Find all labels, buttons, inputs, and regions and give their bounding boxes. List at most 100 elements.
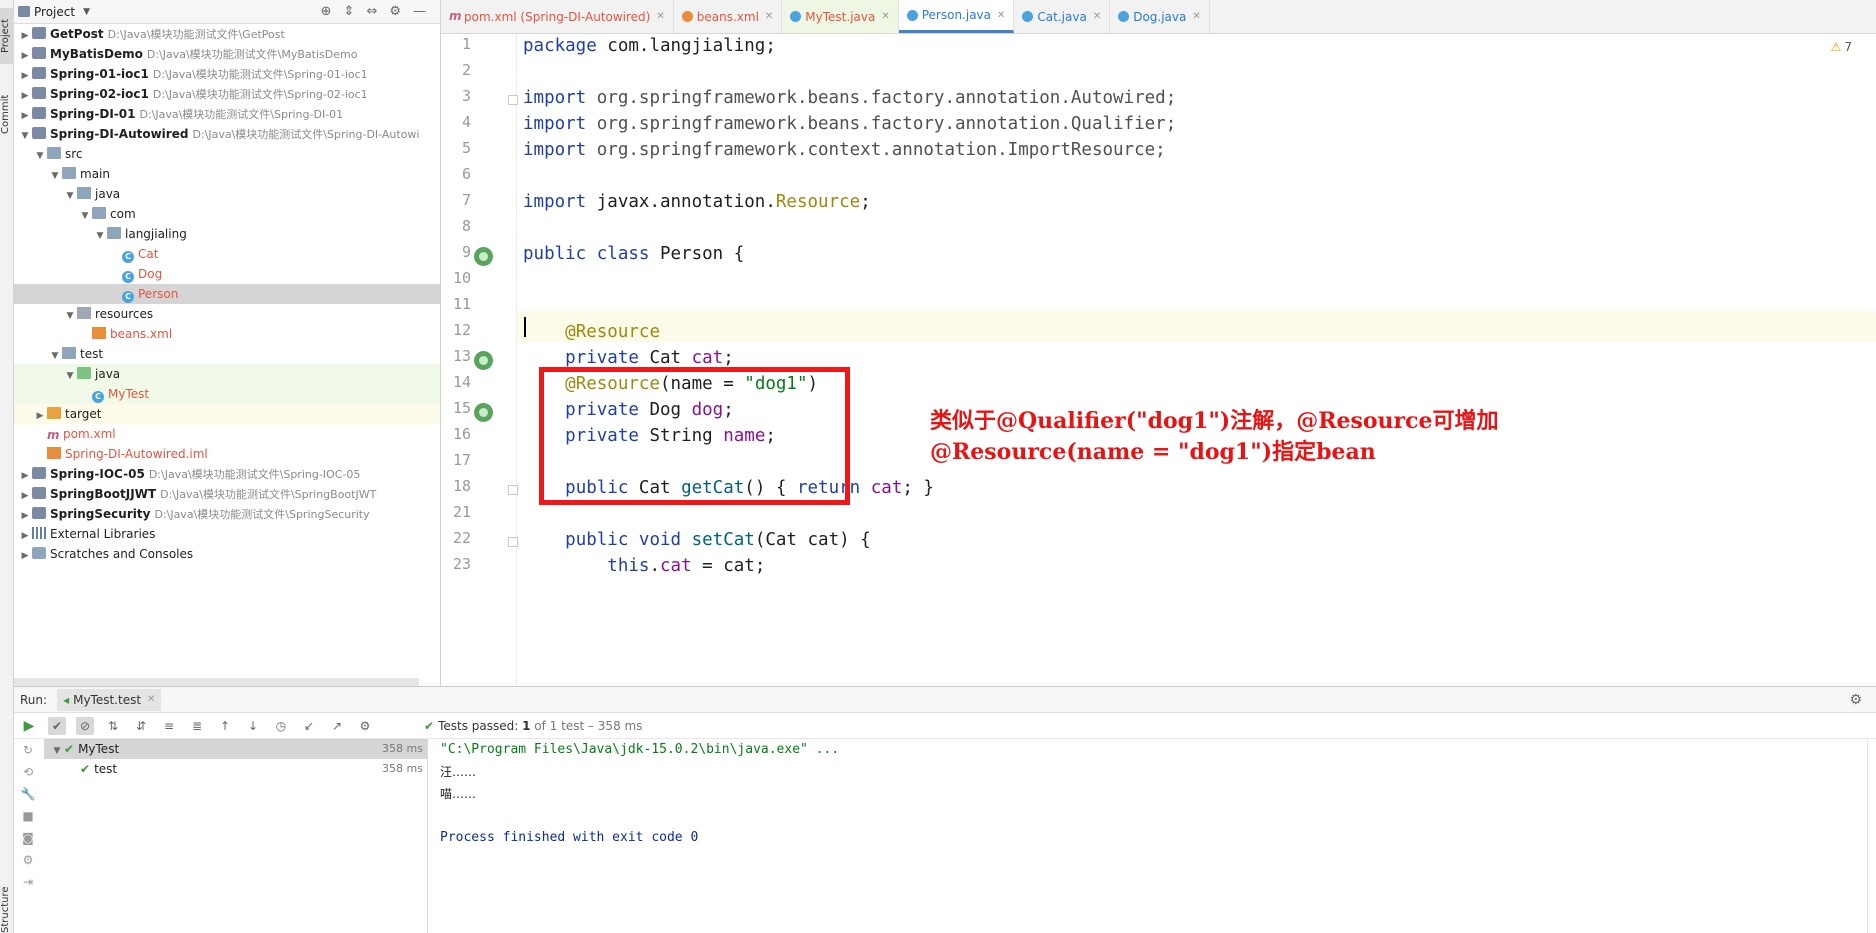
run-config-tab[interactable]: ◂ MyTest.test ✕ xyxy=(57,688,162,711)
code-editor[interactable]: 1 2 3 4 5 6 7 8 9 10 11 12 13 14 15 16 17 18 21 22 23 packag… xyxy=(441,34,1876,686)
editor-tab[interactable]: Cat.java ✕ xyxy=(1014,0,1111,33)
chevron-right-icon[interactable]: ▶ xyxy=(18,86,32,106)
chevron-down-icon[interactable]: ▼ xyxy=(50,741,64,761)
chevron-down-icon[interactable]: ▼ xyxy=(63,306,77,326)
show-passed-icon[interactable]: ✔ xyxy=(48,716,66,735)
toggle-auto-test-icon[interactable]: ⟲ xyxy=(23,765,33,779)
tree-item[interactable]: ▼ java xyxy=(14,364,440,384)
export-tests-icon[interactable]: ↗ xyxy=(328,717,346,735)
tree-item[interactable]: ▼ com xyxy=(14,204,440,224)
fold-marker-icon[interactable] xyxy=(508,485,518,495)
tree-item[interactable]: ▶ GetPost D:\Java\模块功能测试文件\GetPost xyxy=(14,24,440,44)
project-view-selector[interactable]: Project xyxy=(34,5,75,19)
import-tests-icon[interactable]: ↙ xyxy=(300,717,318,735)
sort-alpha-icon[interactable]: ⇅ xyxy=(104,717,122,735)
previous-failed-icon[interactable]: ↑ xyxy=(216,717,234,735)
tree-item[interactable]: ▶ Spring-DI-01 D:\Java\模块功能测试文件\Spring-DI-… xyxy=(14,104,440,124)
tree-item[interactable]: m pom.xml xyxy=(14,424,440,444)
show-ignored-icon[interactable]: ⊘ xyxy=(76,716,94,735)
chevron-right-icon[interactable]: ▶ xyxy=(18,546,32,566)
vertical-scrollbar[interactable] xyxy=(1867,739,1868,933)
tree-item[interactable]: C Cat xyxy=(14,244,440,264)
editor-tab[interactable]: beans.xml ✕ xyxy=(674,0,783,33)
chevron-right-icon[interactable]: ▶ xyxy=(33,406,47,426)
tree-item[interactable]: ▼ src xyxy=(14,144,440,164)
sort-duration-icon[interactable]: ⇵ xyxy=(132,717,150,735)
gear-icon[interactable]: ⚙ xyxy=(356,717,374,735)
commit-tool-tab[interactable]: Commit xyxy=(0,88,14,140)
gear-icon[interactable]: ⚙ xyxy=(389,4,401,19)
chevron-down-icon[interactable]: ▼ xyxy=(33,146,47,166)
tree-item[interactable]: ▼ java xyxy=(14,184,440,204)
autowired-navigation-icon[interactable] xyxy=(474,351,493,370)
test-node[interactable]: ✔ test 358 ms xyxy=(44,759,427,779)
stop-icon[interactable]: ■ xyxy=(22,809,33,823)
chevron-right-icon[interactable]: ▶ xyxy=(18,526,32,546)
expand-all-icon[interactable]: ⇕ xyxy=(344,4,355,19)
hide-panel-icon[interactable]: — xyxy=(413,4,426,19)
exit-icon[interactable]: ⇥ xyxy=(23,875,33,889)
collapse-all-icon[interactable]: ≣ xyxy=(188,717,206,735)
chevron-down-icon[interactable]: ▼ xyxy=(83,7,90,17)
close-icon[interactable]: ✕ xyxy=(765,11,773,22)
console-output[interactable]: "C:\Program Files\Java\jdk-15.0.2\bin\ja… xyxy=(428,739,1876,933)
inspection-widget[interactable]: ⚠ 7 xyxy=(1831,40,1852,54)
close-icon[interactable]: ✕ xyxy=(1093,11,1101,22)
chevron-down-icon[interactable]: ▼ xyxy=(78,206,92,226)
tree-item[interactable]: ▼ resources xyxy=(14,304,440,324)
tree-item[interactable]: ▼ main xyxy=(14,164,440,184)
chevron-down-icon[interactable]: ▼ xyxy=(18,126,32,146)
tree-item[interactable]: C MyTest xyxy=(14,384,440,404)
chevron-down-icon[interactable]: ▼ xyxy=(93,226,107,246)
settings-icon[interactable]: ⚙ xyxy=(23,853,34,867)
test-node[interactable]: ▼ ✔ MyTest 358 ms xyxy=(44,739,427,759)
close-icon[interactable]: ✕ xyxy=(997,10,1005,21)
chevron-right-icon[interactable]: ▶ xyxy=(18,26,32,46)
tree-item[interactable]: ▶ Spring-01-ioc1 D:\Java\模块功能测试文件\Spring-0… xyxy=(14,64,440,84)
tree-item[interactable]: ▼ test xyxy=(14,344,440,364)
autowired-navigation-icon[interactable] xyxy=(474,403,493,422)
chevron-right-icon[interactable]: ▶ xyxy=(18,66,32,86)
project-tool-tab[interactable]: Project xyxy=(0,8,14,64)
tree-item[interactable]: ▶ Scratches and Consoles xyxy=(14,544,440,564)
chevron-right-icon[interactable]: ▶ xyxy=(18,486,32,506)
tree-item[interactable]: C Person xyxy=(14,284,440,304)
tree-item[interactable]: Spring-DI-Autowired.iml xyxy=(14,444,440,464)
editor-tab[interactable]: Person.java ✕ xyxy=(898,0,1015,33)
fold-marker-icon[interactable] xyxy=(508,95,518,105)
tree-item[interactable]: ▼ Spring-DI-Autowired D:\Java\模块功能测试文件\Spr… xyxy=(14,124,440,144)
editor-tab[interactable]: Dog.java ✕ xyxy=(1110,0,1210,33)
tree-item[interactable]: ▶ Spring-02-ioc1 D:\Java\模块功能测试文件\Spring-0… xyxy=(14,84,440,104)
tree-item[interactable]: C Dog xyxy=(14,264,440,284)
chevron-right-icon[interactable]: ▶ xyxy=(18,506,32,526)
wrench-icon[interactable]: 🔧 xyxy=(21,787,36,801)
fold-marker-icon[interactable] xyxy=(508,537,518,547)
chevron-down-icon[interactable]: ▼ xyxy=(63,366,77,386)
horizontal-scrollbar[interactable] xyxy=(14,678,419,686)
chevron-right-icon[interactable]: ▶ xyxy=(18,106,32,126)
chevron-right-icon[interactable]: ▶ xyxy=(18,46,32,66)
tree-item[interactable]: ▶ External Libraries xyxy=(14,524,440,544)
rerun-failed-icon[interactable]: ↻ xyxy=(23,743,33,757)
collapse-all-icon[interactable]: ⇔ xyxy=(366,4,377,19)
editor-tab[interactable]: MyTest.java ✕ xyxy=(782,0,899,33)
tree-item[interactable]: ▶ SpringBootJJWT D:\Java\模块功能测试文件\SpringBo… xyxy=(14,484,440,504)
next-failed-icon[interactable]: ↓ xyxy=(244,717,262,735)
tree-item[interactable]: ▶ SpringSecurity D:\Java\模块功能测试文件\SpringSe… xyxy=(14,504,440,524)
tree-item[interactable]: ▶ target xyxy=(14,404,440,424)
editor-tab[interactable]: m pom.xml (Spring-DI-Autowired) ✕ xyxy=(441,0,674,33)
tree-item[interactable]: ▶ Spring-IOC-05 D:\Java\模块功能测试文件\Spring-IO… xyxy=(14,464,440,484)
close-icon[interactable]: ✕ xyxy=(881,11,889,22)
close-icon[interactable]: ✕ xyxy=(1192,11,1200,22)
structure-tool-tab[interactable]: Structure xyxy=(0,886,14,933)
tree-item[interactable]: ▶ MyBatisDemo D:\Java\模块功能测试文件\MyBatisDemo xyxy=(14,44,440,64)
chevron-down-icon[interactable]: ▼ xyxy=(63,186,77,206)
expand-all-icon[interactable]: ≡ xyxy=(160,717,178,735)
gear-icon[interactable]: ⚙ xyxy=(1849,692,1862,708)
close-icon[interactable]: ✕ xyxy=(147,694,155,705)
history-icon[interactable]: ◷ xyxy=(272,717,290,735)
locate-file-icon[interactable]: ⊕ xyxy=(321,4,332,19)
rerun-icon[interactable]: ▶ xyxy=(20,717,38,735)
tree-item[interactable]: ▼ langjialing xyxy=(14,224,440,244)
tree-item[interactable]: beans.xml xyxy=(14,324,440,344)
